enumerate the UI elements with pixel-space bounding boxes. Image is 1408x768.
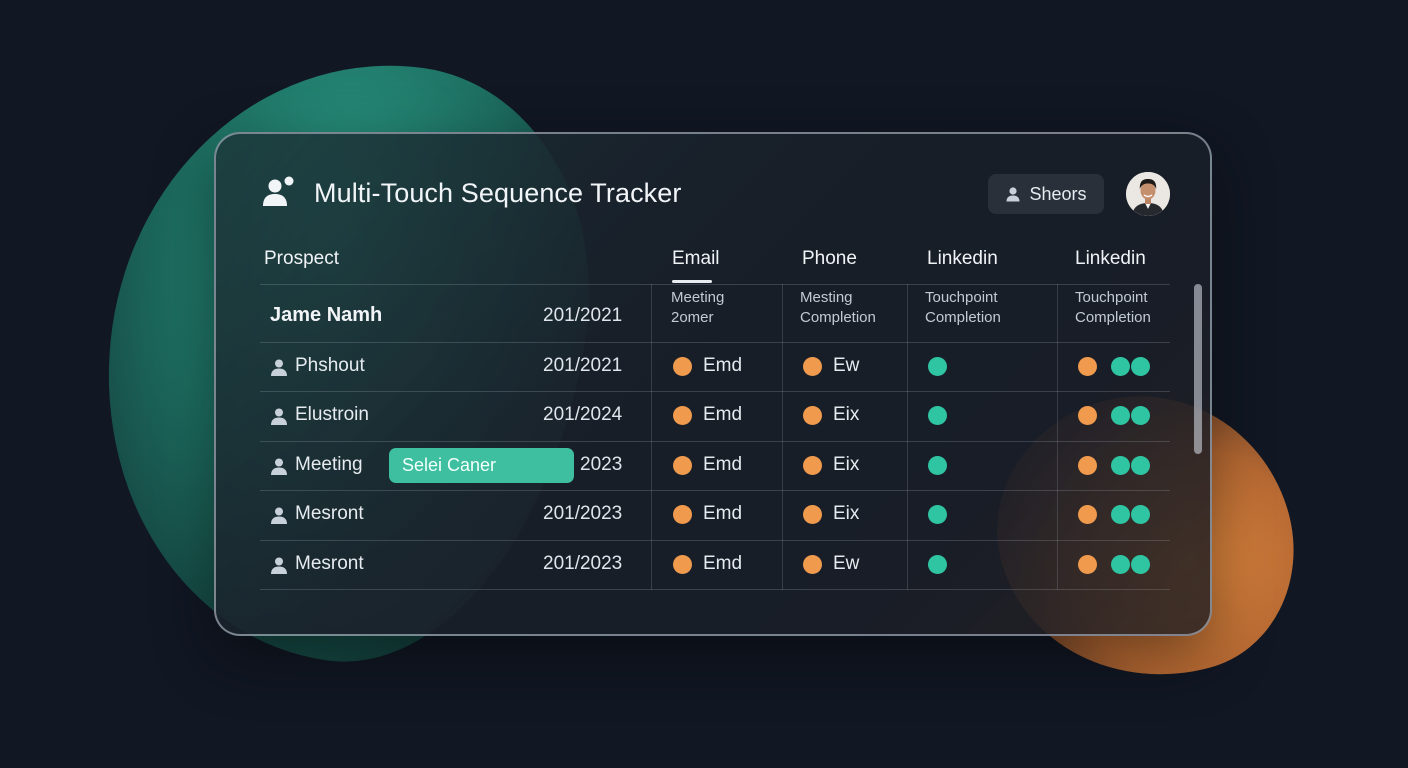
column-header-email[interactable]: Email: [672, 248, 720, 270]
column-header-linkedin[interactable]: Linkedin: [927, 248, 998, 270]
linkedin-status-dot: [928, 505, 947, 524]
table-row[interactable]: Mesront 201/2023 Emd Eix: [260, 490, 1170, 539]
subheader-line: Completion: [1075, 309, 1151, 326]
phone-status-label: Eix: [833, 404, 860, 425]
email-status-label: Emd: [703, 553, 743, 574]
linkedin-status-dot: [928, 357, 947, 376]
linkedin-2-status-dot: [1131, 357, 1150, 376]
email-status-dot: [673, 406, 692, 425]
page-title: Multi-Touch Sequence Tracker: [314, 178, 682, 208]
prospect-name: Mesront: [295, 503, 364, 524]
linkedin-2-status-dot: [1078, 555, 1097, 574]
phone-status-dot: [803, 357, 822, 376]
subheader-phone: Mesting Completion: [800, 288, 876, 328]
phone-status-dot: [803, 555, 822, 574]
subheader-email: Meeting 2omer: [671, 288, 724, 328]
email-status-label: Emd: [703, 355, 743, 376]
column-header-phone[interactable]: Phone: [802, 248, 857, 270]
email-status-dot: [673, 555, 692, 574]
linkedin-2-status-dot: [1131, 505, 1150, 524]
email-status-dot: [673, 357, 692, 376]
linkedin-status-dot: [928, 406, 947, 425]
person-icon: [271, 458, 287, 475]
prospect-name: Mesront: [295, 553, 364, 574]
person-icon: [271, 408, 287, 425]
prospect-date: 201/2023: [543, 553, 623, 574]
users-icon: [263, 176, 294, 206]
linkedin-2-status-dot: [1111, 406, 1130, 425]
linkedin-2-status-dot: [1111, 555, 1130, 574]
table-row[interactable]: Phshout 201/2021 Emd Ew: [260, 342, 1170, 391]
linkedin-2-status-dot: [1111, 456, 1130, 475]
prospect-name: Meeting: [295, 454, 363, 475]
header-divider: [260, 284, 1170, 285]
subheader-linkedin-2: Touchpoint Completion: [1075, 288, 1151, 328]
subheader-line: Completion: [800, 309, 876, 326]
linkedin-status-dot: [928, 555, 947, 574]
linkedin-2-status-dot: [1131, 456, 1150, 475]
profile-photo: [1126, 172, 1170, 216]
linkedin-2-status-dot: [1078, 357, 1097, 376]
scrollbar-thumb[interactable]: [1194, 284, 1202, 454]
linkedin-2-status-dot: [1111, 357, 1130, 376]
email-status-dot: [673, 456, 692, 475]
column-header-linkedin-2[interactable]: Linkedin: [1075, 248, 1146, 270]
prospect-name: Elustroin: [295, 404, 369, 425]
user-chip-label: Sheors: [1029, 183, 1087, 204]
phone-status-label: Eix: [833, 454, 860, 475]
linkedin-2-status-dot: [1078, 456, 1097, 475]
row-divider: [260, 589, 1170, 590]
active-column-indicator: [672, 280, 712, 283]
phone-status-label: Ew: [833, 553, 860, 574]
email-status-label: Emd: [703, 404, 743, 425]
subheader-line: 2omer: [671, 309, 714, 326]
user-chip[interactable]: Sheors: [988, 174, 1104, 214]
linkedin-2-status-dot: [1131, 555, 1150, 574]
prospect-date: 201/2021: [543, 355, 623, 376]
phone-status-dot: [803, 406, 822, 425]
tracker-card: Multi-Touch Sequence Tracker Sheors Pros…: [214, 132, 1212, 636]
prospect-date: 201/2024: [543, 404, 623, 425]
person-icon: [271, 507, 287, 524]
email-status-dot: [673, 505, 692, 524]
table-row[interactable]: Mesront 201/2023 Emd Ew: [260, 540, 1170, 589]
prospect-date: 2023: [580, 454, 623, 475]
phone-status-label: Ew: [833, 355, 860, 376]
column-header-prospect[interactable]: Prospect: [264, 248, 339, 270]
linkedin-2-status-dot: [1078, 505, 1097, 524]
user-icon: [1006, 187, 1020, 202]
prospect-name: Phshout: [295, 355, 365, 376]
email-status-label: Emd: [703, 454, 743, 475]
prospect-name-primary[interactable]: Jame Namh: [270, 304, 382, 327]
linkedin-2-status-dot: [1131, 406, 1150, 425]
tag-chip[interactable]: Selei Caner: [389, 448, 574, 483]
prospect-date: 201/2023: [543, 503, 623, 524]
subheader-line: Touchpoint: [1075, 289, 1148, 306]
phone-status-label: Eix: [833, 503, 860, 524]
avatar[interactable]: [1126, 172, 1170, 216]
subheader-linkedin: Touchpoint Completion: [925, 288, 1001, 328]
phone-status-dot: [803, 456, 822, 475]
subheader-line: Touchpoint: [925, 289, 998, 306]
person-icon: [271, 557, 287, 574]
prospect-date-primary: 201/2021: [543, 305, 623, 326]
linkedin-2-status-dot: [1078, 406, 1097, 425]
email-status-label: Emd: [703, 503, 743, 524]
linkedin-status-dot: [928, 456, 947, 475]
subheader-line: Completion: [925, 309, 1001, 326]
phone-status-dot: [803, 505, 822, 524]
linkedin-2-status-dot: [1111, 505, 1130, 524]
subheader-line: Meeting: [671, 289, 725, 306]
table-row[interactable]: Elustroin 201/2024 Emd Eix: [260, 391, 1170, 440]
person-icon: [271, 359, 287, 376]
subheader-line: Mesting: [800, 289, 853, 306]
